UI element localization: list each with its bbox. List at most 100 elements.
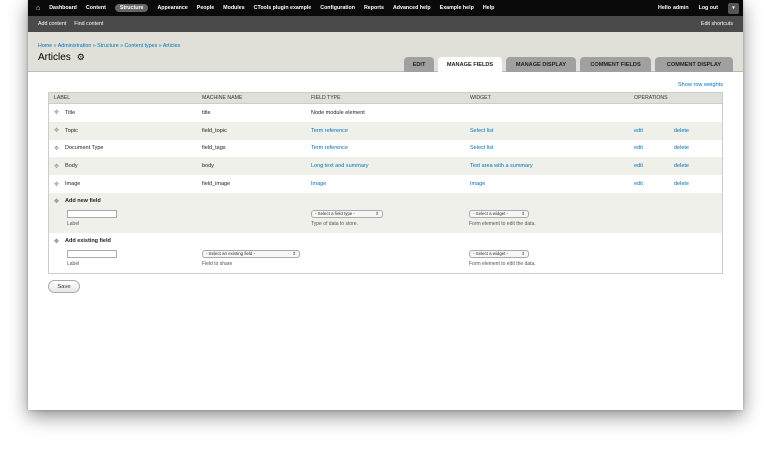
table-row: ✥ Body body Long text and summary Text ar… [49, 157, 722, 176]
table-header: LABEL MACHINE NAME FIELD TYPE WIDGET OPE… [49, 93, 722, 104]
row-delete-link[interactable]: delete [669, 128, 719, 134]
menu-help[interactable]: Help [483, 5, 494, 11]
tabs: EDIT MANAGE FIELDS MANAGE DISPLAY COMMEN… [400, 57, 733, 72]
drag-handle-icon[interactable]: ✥ [54, 198, 59, 205]
menu-ctools-plugin-example[interactable]: CTools plugin example [254, 5, 312, 11]
row-widget[interactable]: Select list [465, 128, 629, 134]
column-field-type: FIELD TYPE [311, 95, 341, 101]
edit-shortcuts-link[interactable]: Edit shortcuts [701, 21, 733, 27]
field-type-select[interactable]: - Select a field type - ⇕ [311, 209, 383, 218]
drag-handle-icon[interactable]: ✥ [54, 163, 59, 170]
row-field-type[interactable]: Long text and summary [306, 163, 465, 169]
drag-handle-icon[interactable]: ✥ [54, 181, 59, 188]
username-link[interactable]: admin [673, 5, 689, 11]
row-widget[interactable]: Select list [465, 145, 629, 151]
tab-manage-display[interactable]: MANAGE DISPLAY [506, 57, 576, 72]
show-row-weights-link[interactable]: Show row weights [678, 82, 723, 88]
menu-content[interactable]: Content [86, 5, 106, 11]
admin-toolbar: ⌂ Dashboard Content Structure Appearance… [28, 0, 743, 16]
shortcuts-bar: Add content Find content Edit shortcuts [28, 16, 743, 32]
table-row: ✥ Title title Node module element [49, 104, 722, 122]
home-icon[interactable]: ⌂ [36, 5, 40, 12]
fields-table: LABEL MACHINE NAME FIELD TYPE WIDGET OPE… [48, 92, 723, 274]
row-edit-link[interactable]: edit [629, 163, 669, 169]
row-edit-link[interactable]: edit [629, 181, 669, 187]
existing-field-select[interactable]: - Select an existing field - ⇕ [202, 249, 300, 258]
row-widget[interactable]: Text area with a summary [465, 163, 629, 169]
row-field-type[interactable]: Image [306, 181, 465, 187]
shortcut-add-content[interactable]: Add content [38, 21, 66, 27]
row-machine-name: field_image [202, 181, 231, 188]
row-machine-name: field_tags [202, 145, 226, 152]
page-title: Articles ⚙ [38, 52, 85, 63]
existing-field-widget-select[interactable]: - Select a widget - ⇕ [469, 249, 529, 258]
menu-people[interactable]: People [197, 5, 214, 11]
drag-handle-icon[interactable]: ✥ [54, 109, 59, 116]
menu-reports[interactable]: Reports [364, 5, 384, 11]
new-field-widget-desc: Form element to edit the data. [469, 220, 536, 227]
existing-field-widget-desc: Form element to edit the data. [469, 260, 536, 267]
drag-handle-icon[interactable]: ✥ [54, 145, 59, 152]
new-field-widget-select[interactable]: - Select a widget - ⇕ [469, 209, 529, 218]
field-type-select-value: - Select a field type - [315, 211, 356, 217]
add-new-field-row: ✥ Add new field Label - Select a field ty… [49, 192, 722, 233]
row-label: Image [65, 181, 81, 188]
tab-manage-fields[interactable]: MANAGE FIELDS [438, 57, 502, 72]
row-delete-link[interactable]: delete [669, 163, 719, 169]
menu-modules[interactable]: Modules [223, 5, 244, 11]
row-edit-link[interactable]: edit [629, 145, 669, 151]
row-field-type: Node module element [311, 109, 365, 116]
menu-appearance[interactable]: Appearance [157, 5, 187, 11]
column-label: LABEL [54, 95, 71, 101]
new-field-label-input[interactable] [67, 209, 117, 218]
row-label: Topic [65, 127, 78, 134]
row-delete-link[interactable]: delete [669, 145, 719, 151]
add-existing-field-row: ✥ Add existing field Label - Select an ex… [49, 233, 722, 273]
table-row: ✥ Document Type field_tags Term reference… [49, 140, 722, 158]
row-label: Title [65, 109, 76, 116]
row-label: Document Type [65, 145, 104, 152]
breadcrumb[interactable]: Home » Administration » Structure » Cont… [38, 43, 180, 49]
select-arrow-icon: ⇕ [375, 210, 379, 216]
column-machine-name: MACHINE NAME [202, 95, 243, 101]
select-arrow-icon: ⇕ [521, 210, 525, 216]
existing-field-desc: Field to share [202, 260, 233, 267]
widget-select-value: - Select a widget - [473, 211, 509, 217]
shortcut-find-content[interactable]: Find content [74, 21, 103, 27]
column-operations: OPERATIONS [634, 95, 668, 101]
row-machine-name: field_topic [202, 127, 227, 134]
menu-configuration[interactable]: Configuration [320, 5, 355, 11]
select-arrow-icon: ⇕ [292, 250, 296, 256]
table-row: ✥ Topic field_topic Term reference Select… [49, 121, 722, 140]
hello-user: Hello admin [658, 5, 689, 11]
toolbar-toggle-icon[interactable]: ▾ [728, 2, 739, 14]
browser-window: ⌂ Dashboard Content Structure Appearance… [28, 0, 743, 410]
tab-edit[interactable]: EDIT [404, 57, 434, 72]
select-arrow-icon: ⇕ [521, 250, 525, 256]
tab-comment-display[interactable]: COMMENT DISPLAY [655, 57, 733, 72]
column-widget: WIDGET [470, 95, 491, 101]
row-widget[interactable]: Image [465, 181, 629, 187]
drag-handle-icon[interactable]: ✥ [54, 238, 59, 245]
menu-advanced-help[interactable]: Advanced help [393, 5, 431, 11]
drag-handle-icon[interactable]: ✥ [54, 127, 59, 134]
row-field-type[interactable]: Term reference [306, 128, 465, 134]
gear-icon[interactable]: ⚙ [77, 52, 85, 63]
row-delete-link[interactable]: delete [669, 181, 719, 187]
existing-field-label-input[interactable] [67, 249, 117, 258]
menu-structure[interactable]: Structure [114, 4, 149, 12]
existing-field-label-desc: Label [67, 260, 80, 267]
field-type-desc: Type of data to store. [311, 220, 358, 227]
hello-text: Hello [658, 5, 671, 11]
existing-field-select-value: - Select an existing field - [206, 251, 256, 257]
tab-comment-fields[interactable]: COMMENT FIELDS [580, 57, 651, 72]
logout-link[interactable]: Log out [699, 5, 718, 11]
row-edit-link[interactable]: edit [629, 128, 669, 134]
add-new-field-title: Add new field [65, 198, 101, 205]
menu-example-help[interactable]: Example help [440, 5, 474, 11]
add-existing-field-title: Add existing field [65, 238, 111, 245]
page-header: Home » Administration » Structure » Cont… [28, 32, 743, 72]
row-field-type[interactable]: Term reference [306, 145, 465, 151]
save-button[interactable]: Save [48, 280, 80, 293]
menu-dashboard[interactable]: Dashboard [49, 5, 77, 11]
